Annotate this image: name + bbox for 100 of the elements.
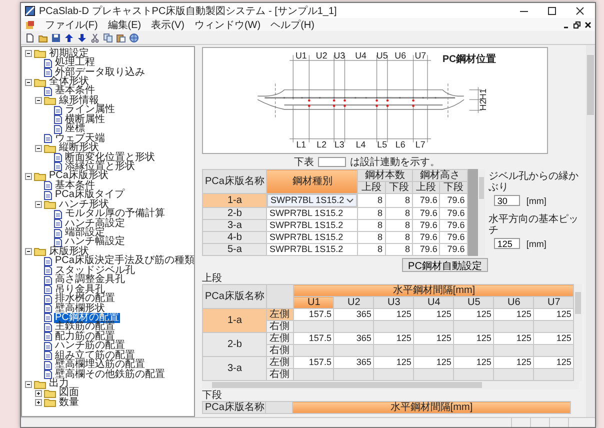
close-icon[interactable] <box>584 20 592 28</box>
table-cell: SWPR7BL 1S15.2 <box>266 232 358 244</box>
legend-swatch <box>318 156 346 166</box>
dimension-label: H2 <box>478 99 488 111</box>
tree-item[interactable]: 基本条件 <box>54 180 96 191</box>
table-header: 鋼材種別 <box>266 170 358 194</box>
dimension-label: H1 <box>478 88 488 100</box>
table-cell: 8 <box>358 194 386 208</box>
tree-item[interactable]: 高さ調整金具孔 <box>54 275 126 286</box>
dimension-label: U4 <box>355 50 366 61</box>
document-menu-icon[interactable] <box>25 20 35 30</box>
expand-toggle[interactable] <box>35 399 42 406</box>
folder-icon <box>44 96 56 106</box>
menu-item[interactable]: 表示(V) <box>151 18 184 32</box>
unit-label: [mm] <box>526 238 546 248</box>
tree-item[interactable]: PCa床版決定手法及び筋の種類 <box>54 256 194 266</box>
row-header[interactable]: 3-a <box>202 220 267 232</box>
window-title: PCaSlab-D プレキャストPC床版自動製図システム - [サンプル1_1] <box>39 4 338 18</box>
table-cell: SWPR7BL 1S15.2 <box>266 208 358 220</box>
save-icon[interactable] <box>51 32 61 42</box>
document-icon <box>44 86 52 96</box>
menu-item[interactable]: 編集(E) <box>108 18 142 32</box>
folder-icon <box>34 49 46 58</box>
dimension-label: L7 <box>415 140 426 150</box>
section-label: 下段 <box>202 390 223 401</box>
field-label: ジベル孔からの縁かぶり <box>488 171 580 193</box>
tree-item[interactable]: 床版形状 <box>48 246 90 257</box>
table-header: PCa床版名称 <box>202 284 267 308</box>
table-header: 鋼材高さ <box>412 170 468 182</box>
cut-icon[interactable] <box>90 32 100 42</box>
folder-icon <box>34 78 46 87</box>
section-label: 上段 <box>202 273 223 284</box>
menu-item[interactable]: ヘルプ(H) <box>270 18 314 32</box>
row-header[interactable]: 1-a <box>202 194 267 208</box>
tree-item[interactable]: 壁高欄その他鉄筋の配置 <box>54 370 166 380</box>
expand-toggle[interactable] <box>35 390 42 397</box>
table-header: 水平鋼材間隔[mm] <box>294 284 574 296</box>
tree-item[interactable]: 数量 <box>58 398 80 408</box>
expand-toggle[interactable] <box>25 78 32 86</box>
table-header: 鋼材本数 <box>358 170 412 182</box>
folder-icon <box>44 388 56 398</box>
table-cell: 8 <box>385 194 412 208</box>
tree-item[interactable]: ハンチ筋の配置 <box>54 341 126 352</box>
scrollbar[interactable] <box>586 45 595 417</box>
folder-icon <box>44 144 56 153</box>
diagram-title: PC鋼材位置 <box>442 54 496 66</box>
caret-icon <box>346 198 354 204</box>
auto-set-button[interactable]: PC鋼材自動設定 <box>402 258 488 272</box>
folder-icon <box>34 247 46 256</box>
dimension-label: U2 <box>316 50 328 61</box>
tree-item[interactable]: 外部データ取り込み <box>54 68 146 78</box>
tree-item[interactable]: 横断属性 <box>64 114 106 125</box>
table-header: 水平鋼材間隔[mm] <box>292 402 570 414</box>
row-header[interactable]: 3-a <box>202 356 267 380</box>
dimension-label: U6 <box>394 50 406 61</box>
expand-toggle[interactable] <box>35 201 42 208</box>
expand-toggle[interactable] <box>25 380 32 388</box>
document-icon <box>44 134 52 144</box>
expand-toggle[interactable] <box>35 97 42 104</box>
folder-icon <box>34 380 46 389</box>
menu-item[interactable]: ファイル(F) <box>45 18 98 32</box>
folder-icon <box>34 172 46 181</box>
app-icon <box>25 6 35 16</box>
tree-item[interactable]: 壁高欄形状 <box>54 304 106 314</box>
number-field[interactable]: 125 <box>494 238 520 249</box>
dimension-label: L1 <box>296 140 306 150</box>
row-header[interactable]: 5-a <box>202 244 267 256</box>
down-arrow-icon[interactable] <box>77 32 87 42</box>
dimension-label: L5 <box>377 140 388 150</box>
dimension-label: L6 <box>395 140 406 150</box>
expand-toggle[interactable] <box>25 248 32 256</box>
row-header[interactable]: 1-a <box>202 308 267 332</box>
up-arrow-icon[interactable] <box>64 32 74 42</box>
expand-toggle[interactable] <box>25 172 32 180</box>
tree-item[interactable]: 図面 <box>58 388 80 398</box>
expand-toggle[interactable] <box>25 50 32 58</box>
menu-item[interactable]: ウィンドウ(W) <box>194 18 261 32</box>
folder-icon <box>44 200 56 210</box>
tree-item[interactable]: 座標 <box>64 124 86 134</box>
expand-toggle[interactable] <box>35 144 42 152</box>
dimension-label: U3 <box>334 50 346 61</box>
table-header: PCa床版名称 <box>202 402 266 414</box>
globe-icon[interactable] <box>129 32 139 42</box>
copy-icon[interactable] <box>103 32 113 42</box>
row-header[interactable]: 2-b <box>202 332 267 356</box>
paste-icon[interactable] <box>116 32 126 42</box>
folder-icon <box>44 398 56 408</box>
dimension-label: L3 <box>334 140 344 150</box>
dropdown[interactable]: SWPR7BL 1S15.2 <box>267 194 358 207</box>
row-header[interactable]: 2-b <box>202 208 267 220</box>
row-header[interactable]: 4-b <box>202 232 267 244</box>
maximize-icon[interactable] <box>547 6 557 16</box>
close-icon[interactable] <box>575 6 585 16</box>
field-label: 水平方向の基本ピッチ <box>488 214 580 236</box>
dimension-label: U1 <box>295 50 307 61</box>
restore-icon[interactable] <box>573 20 581 28</box>
dimension-label: L4 <box>356 140 366 150</box>
dimension-label: L2 <box>316 140 327 150</box>
table-header <box>266 284 294 308</box>
number-field[interactable]: 30 <box>494 195 520 206</box>
